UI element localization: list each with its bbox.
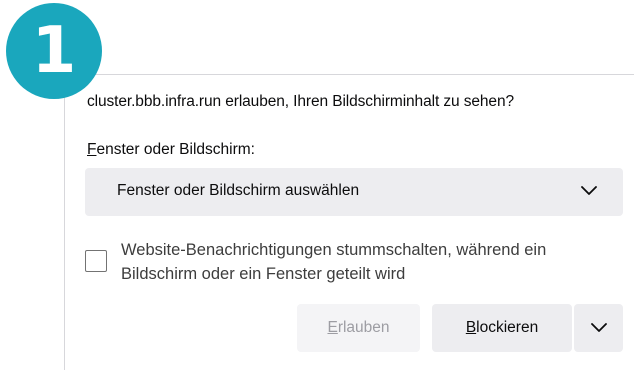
block-button[interactable]: Blockieren [432, 304, 572, 352]
more-actions-dropdown-button[interactable] [574, 304, 623, 352]
block-button-accesskey: B [465, 319, 477, 336]
permission-question: cluster.bbb.infra.run erlauben, Ihren Bi… [87, 93, 514, 110]
step-number-badge: 1 [6, 3, 102, 99]
mute-notifications-label[interactable]: Website-Benachrichtigungen stummschalten… [121, 238, 621, 286]
chevron-down-icon [581, 186, 597, 195]
share-source-selected-value: Fenster oder Bildschirm auswählen [117, 182, 360, 199]
chevron-down-icon [591, 323, 607, 332]
allow-button[interactable]: Erlauben [297, 304, 420, 352]
share-source-dropdown[interactable]: Fenster oder Bildschirm auswählen [85, 168, 623, 216]
allow-button-accesskey: E [327, 319, 338, 336]
mute-notifications-checkbox[interactable] [85, 250, 107, 272]
share-source-label-text: enster oder Bildschirm: [96, 141, 255, 158]
screen-share-permission-dialog: cluster.bbb.infra.run erlauben, Ihren Bi… [64, 74, 634, 370]
allow-button-text: rlauben [337, 319, 390, 336]
block-button-text: lockieren [476, 319, 539, 336]
share-source-label: Fenster oder Bildschirm: [87, 141, 255, 159]
screen: 1 cluster.bbb.infra.run erlauben, Ihren … [0, 0, 634, 370]
